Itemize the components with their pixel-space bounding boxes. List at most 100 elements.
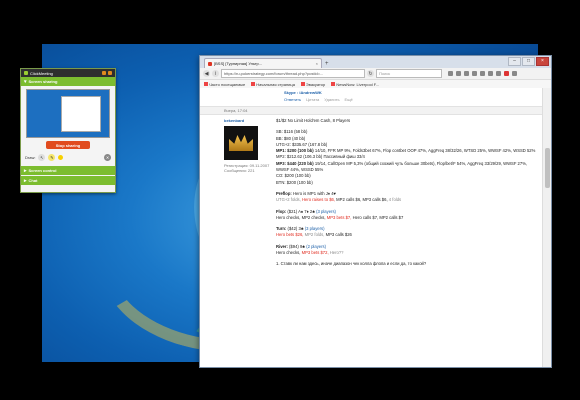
action-calls: Hero calls $7, MP2 calls $7	[351, 214, 404, 220]
bookmark-star-icon[interactable]	[448, 71, 453, 76]
section-chat[interactable]: ▸ Chat	[21, 176, 115, 185]
pocket-icon[interactable]	[480, 71, 485, 76]
turn-players: (3 players)	[304, 226, 325, 232]
close-icon[interactable]	[108, 71, 112, 75]
screen-preview	[26, 89, 110, 138]
nav-bar: ◀ i https://ru.pokerstrategy.com/forum/t…	[200, 68, 551, 80]
bookmark-icon	[331, 82, 336, 87]
browser-window: [BSS] [Турнирная] Ультр... × + – □ × ◀ i…	[199, 55, 552, 368]
section-chat-label: Chat	[28, 178, 38, 183]
preflop-hand: Hero is MP1 with J♦ 4♥	[291, 190, 337, 196]
action-calls: MP2 calls $6, MP3 calls $6,	[335, 197, 388, 203]
forum-post: bekenbard Регистрация: 09.11.2007 Сообще…	[200, 115, 543, 268]
turn-board: ($42) 3♣	[286, 226, 305, 232]
chevron-down-icon: ▾	[24, 78, 27, 85]
flop-label: Flop:	[276, 208, 287, 214]
bookmark-icon	[204, 82, 208, 87]
reply-link[interactable]: Ответить	[284, 97, 301, 102]
bookmark-icon	[300, 82, 305, 87]
minimize-window-icon[interactable]: –	[508, 57, 521, 66]
preflop-label: Preflop:	[276, 190, 292, 196]
river-players: (2 players)	[306, 243, 326, 249]
bookmark-label: Эвакуатор	[305, 81, 326, 87]
info-icon[interactable]: i	[212, 70, 219, 77]
post-author: bekenbard Регистрация: 09.11.2007 Сообще…	[224, 118, 276, 268]
mp1-label: MP1: $200 (100 bb)	[276, 148, 314, 154]
flop-board: ($21) A♠ 7♦ 2♣	[286, 208, 317, 214]
skype-signature: Skype : iAndrewWK	[284, 90, 322, 95]
tab-title: [BSS] [Турнирная] Ультр...	[214, 61, 263, 66]
post-header: Вчера, 17:04	[200, 106, 543, 115]
action-checks: Hero checks, MP2 checks,	[276, 214, 326, 220]
action-bet: MP3 bets $7,	[325, 214, 352, 220]
search-input[interactable]: Поиск	[376, 69, 442, 78]
chat-icon[interactable]	[496, 71, 501, 76]
window-controls: – □ ×	[508, 57, 549, 66]
share-panel-title: ClickMeeting	[30, 70, 53, 76]
close-window-icon[interactable]: ×	[536, 57, 549, 66]
scrollbar[interactable]	[542, 88, 551, 367]
new-tab-icon[interactable]: +	[325, 61, 329, 67]
share-panel-titlebar[interactable]: ClickMeeting	[21, 69, 115, 77]
mp1-stats: 14/10, FFR MP 9%, Folds3bet 67%, Flop co…	[313, 148, 536, 154]
section-screen-sharing-label: Screen sharing	[28, 79, 58, 84]
action-hero: Hero??	[328, 250, 344, 256]
browser-tab[interactable]: [BSS] [Турнирная] Ультр... ×	[204, 58, 322, 68]
bookmark-item[interactable]: NewsNow: Liverpool F...	[331, 82, 379, 87]
avatar[interactable]	[224, 126, 258, 160]
bookmark-label: Часто посещаемые	[209, 81, 246, 87]
post-actions: Ответить Цитата Удалить Ещё	[284, 97, 543, 102]
flop-players: (3 players)	[316, 208, 336, 214]
color-picker-icon[interactable]	[58, 155, 64, 160]
stack-line-mp3: MP3: $440 (220 bb) 19/14, CallOpen MP 5,…	[276, 161, 539, 174]
section-screen-control-label: Screen control	[28, 168, 57, 173]
scrollbar-thumb[interactable]	[545, 148, 550, 188]
action-raise: Hero raises to $6,	[300, 197, 336, 203]
river-board: ($94) 9♣	[287, 243, 307, 249]
maximize-window-icon[interactable]: □	[522, 57, 535, 66]
minimize-icon[interactable]	[102, 71, 106, 75]
download-icon[interactable]	[464, 71, 469, 76]
reload-icon[interactable]: ↻	[367, 70, 374, 77]
action-fold: MP2 folds,	[303, 232, 325, 238]
river-label: River:	[276, 243, 288, 249]
action-folds: 4 folds	[387, 197, 402, 203]
pen-tool-icon[interactable]: ✎	[48, 154, 56, 161]
turn-label: Turn:	[276, 226, 287, 232]
pointer-tool-icon[interactable]: ↖	[38, 154, 46, 161]
clear-drawing-icon[interactable]: ✕	[104, 154, 111, 161]
addon-icon[interactable]	[504, 71, 509, 76]
section-screen-control[interactable]: ▸ Screen control	[21, 166, 115, 175]
bookmark-item[interactable]: Начальная страница	[251, 82, 295, 87]
tab-bar: [BSS] [Турнирная] Ультр... × + – □ ×	[200, 56, 551, 68]
menu-icon[interactable]	[512, 71, 517, 76]
home-icon[interactable]	[472, 71, 477, 76]
chevron-right-icon: ▸	[24, 177, 27, 184]
url-bar[interactable]: https://ru.pokerstrategy.com/forum/threa…	[221, 69, 365, 78]
bookmarks-menu-icon[interactable]	[456, 71, 461, 76]
bookmark-icon	[251, 82, 256, 87]
more-link[interactable]: Ещё	[345, 97, 353, 102]
chevron-right-icon: ▸	[24, 167, 27, 174]
bookmark-label: Начальная страница	[256, 81, 295, 87]
quote-link[interactable]: Цитата	[306, 97, 319, 102]
bookmark-item[interactable]: Эвакуатор	[300, 81, 326, 87]
action-bet: Hero bets $26,	[276, 232, 304, 238]
author-name[interactable]: bekenbard	[224, 118, 276, 123]
bookmark-item[interactable]: Часто посещаемые	[204, 82, 245, 87]
draw-label: Draw:	[25, 155, 36, 160]
section-screen-sharing[interactable]: ▾ Screen sharing	[21, 77, 115, 86]
site-favicon-icon	[208, 61, 212, 66]
action-check: Hero checks,	[276, 250, 301, 256]
action-call: MP3 calls $26	[324, 232, 352, 238]
page-content: Skype : iAndrewWK Ответить Цитата Удалит…	[200, 88, 543, 367]
delete-link[interactable]: Удалить	[324, 97, 339, 102]
app-logo-icon	[24, 71, 28, 75]
crown-icon	[229, 135, 253, 151]
extension-icon[interactable]	[488, 71, 493, 76]
back-icon[interactable]: ◀	[203, 70, 210, 77]
stop-sharing-button[interactable]: Stop sharing	[46, 141, 90, 149]
close-tab-icon[interactable]: ×	[316, 61, 318, 66]
draw-toolbar: Draw: ↖ ✎ ✕	[21, 149, 115, 164]
preview-browser-window	[61, 96, 101, 132]
